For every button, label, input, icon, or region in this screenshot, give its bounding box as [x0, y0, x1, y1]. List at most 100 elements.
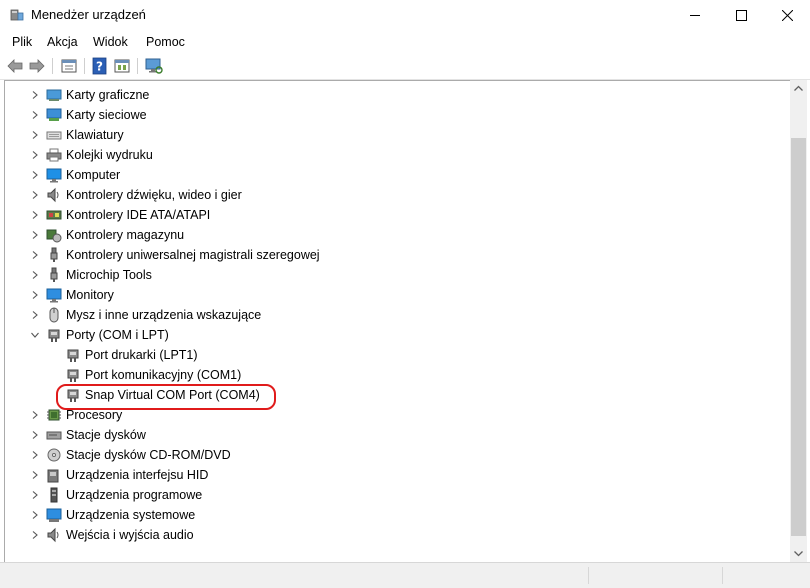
device-tree: Karty graficzne Karty sieciowe Klawiatury K… [4, 80, 791, 563]
chevron-right-icon[interactable] [30, 230, 40, 240]
disk-drive-icon [46, 431, 62, 440]
tree-item-label: Urządzenia systemowe [66, 508, 196, 522]
toolbar-separator [52, 58, 53, 74]
tree-category[interactable]: Stacje dysków [5, 425, 785, 445]
tree-item-label: Port komunikacyjny (COM1) [85, 368, 242, 382]
status-segment [722, 567, 723, 584]
computer-icon [46, 168, 62, 183]
tree-category[interactable]: Stacje dysków CD-ROM/DVD [5, 445, 785, 465]
tree-category[interactable]: Karty graficzne [5, 85, 785, 105]
port-icon [48, 329, 60, 342]
menu-bar: Plik Akcja Widok Pomoc [0, 31, 810, 53]
tree-category[interactable]: Kontrolery IDE ATA/ATAPI [5, 205, 785, 225]
tree-category[interactable]: Urządzenia programowe [5, 485, 785, 505]
forward-arrow-icon[interactable] [28, 57, 46, 75]
back-arrow-icon[interactable] [6, 57, 24, 75]
maximize-button[interactable] [718, 0, 764, 31]
tree-item-label: Komputer [66, 168, 121, 182]
usb-icon [50, 267, 58, 282]
tree-category[interactable]: Kolejki wydruku [5, 145, 785, 165]
tree-category[interactable]: Kontrolery uniwersalnej magistrali szere… [5, 245, 785, 265]
close-icon [781, 10, 793, 21]
port-icon [67, 349, 79, 362]
tree-category[interactable]: Kontrolery magazynu [5, 225, 785, 245]
help-icon[interactable]: ? [91, 57, 109, 75]
software-device-icon [50, 487, 58, 503]
chevron-right-icon[interactable] [30, 250, 40, 260]
minimize-button[interactable] [672, 0, 718, 31]
chevron-right-icon[interactable] [30, 470, 40, 480]
printer-icon [46, 148, 62, 162]
scroll-down-icon[interactable] [790, 545, 807, 562]
tree-category[interactable]: Urządzenia interfejsu HID [5, 465, 785, 485]
chevron-right-icon[interactable] [30, 410, 40, 420]
minimize-icon [689, 15, 700, 16]
chevron-down-icon[interactable] [30, 330, 40, 340]
processor-icon [47, 409, 61, 421]
tree-item-label: Kontrolery IDE ATA/ATAPI [66, 208, 211, 222]
device-manager-icon [10, 9, 24, 21]
chevron-right-icon[interactable] [30, 270, 40, 280]
chevron-right-icon[interactable] [30, 190, 40, 200]
tree-item-label: Kontrolery uniwersalnej magistrali szere… [66, 248, 320, 262]
tree-child-item[interactable]: Port komunikacyjny (COM1) [5, 365, 785, 385]
menu-item-widok[interactable]: Widok [93, 35, 128, 49]
chevron-right-icon[interactable] [30, 170, 40, 180]
chevron-right-icon[interactable] [30, 90, 40, 100]
toolbar-separator [84, 58, 85, 74]
tree-category[interactable]: Kontrolery dźwięku, wideo i gier [5, 185, 785, 205]
storage-controller-icon [46, 229, 62, 243]
tree-category[interactable]: Klawiatury [5, 125, 785, 145]
tree-category[interactable]: Porty (COM i LPT) [5, 325, 785, 345]
chevron-right-icon[interactable] [30, 510, 40, 520]
toolbar: ? [0, 53, 810, 80]
monitor-scan-icon[interactable] [145, 57, 163, 75]
menu-item-pomoc[interactable]: Pomoc [146, 35, 185, 49]
chevron-right-icon[interactable] [30, 110, 40, 120]
tree-category[interactable]: Urządzenia systemowe [5, 505, 785, 525]
tree-category[interactable]: Wejścia i wyjścia audio [5, 525, 785, 545]
tree-item-label: Port drukarki (LPT1) [85, 348, 198, 362]
chevron-right-icon[interactable] [30, 130, 40, 140]
tree-item-label: Monitory [66, 288, 114, 302]
chevron-right-icon[interactable] [30, 450, 40, 460]
tree-item-label: Porty (COM i LPT) [66, 328, 169, 342]
chevron-right-icon[interactable] [30, 490, 40, 500]
chevron-right-icon[interactable] [30, 310, 40, 320]
properties-icon[interactable] [60, 57, 78, 75]
svg-text:?: ? [96, 60, 103, 74]
chevron-right-icon[interactable] [30, 210, 40, 220]
menu-item-plik[interactable]: Plik [12, 35, 32, 49]
vertical-scrollbar[interactable] [790, 80, 807, 562]
status-bar [0, 562, 810, 588]
chevron-right-icon[interactable] [30, 150, 40, 160]
tree-item-label: Stacje dysków [66, 428, 146, 442]
tree-item-label: Karty sieciowe [66, 108, 147, 122]
tree-category[interactable]: Monitory [5, 285, 785, 305]
tree-category[interactable]: Karty sieciowe [5, 105, 785, 125]
port-icon [67, 369, 79, 382]
speaker-icon [47, 527, 59, 543]
tree-item-label: Procesory [66, 408, 123, 422]
usb-icon [50, 247, 58, 262]
scrollbar-thumb[interactable] [791, 138, 806, 536]
ide-controller-icon [46, 210, 62, 220]
tree-item-label: Kolejki wydruku [66, 148, 153, 162]
tree-item-label: Urządzenia interfejsu HID [66, 468, 209, 482]
tree-item-label: Microchip Tools [66, 268, 152, 282]
chevron-right-icon[interactable] [30, 530, 40, 540]
status-segment [588, 567, 589, 584]
keyboard-icon [46, 131, 62, 140]
chevron-right-icon[interactable] [30, 430, 40, 440]
chevron-right-icon[interactable] [30, 290, 40, 300]
system-device-icon [46, 508, 62, 522]
tree-category[interactable]: Microchip Tools [5, 265, 785, 285]
tree-child-item[interactable]: Port drukarki (LPT1) [5, 345, 785, 365]
device-view-icon[interactable] [113, 57, 131, 75]
close-button[interactable] [764, 0, 810, 31]
scroll-up-icon[interactable] [790, 80, 807, 97]
tree-category[interactable]: Mysz i inne urządzenia wskazujące [5, 305, 785, 325]
menu-item-akcja[interactable]: Akcja [47, 35, 78, 49]
tree-category[interactable]: Komputer [5, 165, 785, 185]
window-title: Menedżer urządzeń [31, 7, 146, 22]
